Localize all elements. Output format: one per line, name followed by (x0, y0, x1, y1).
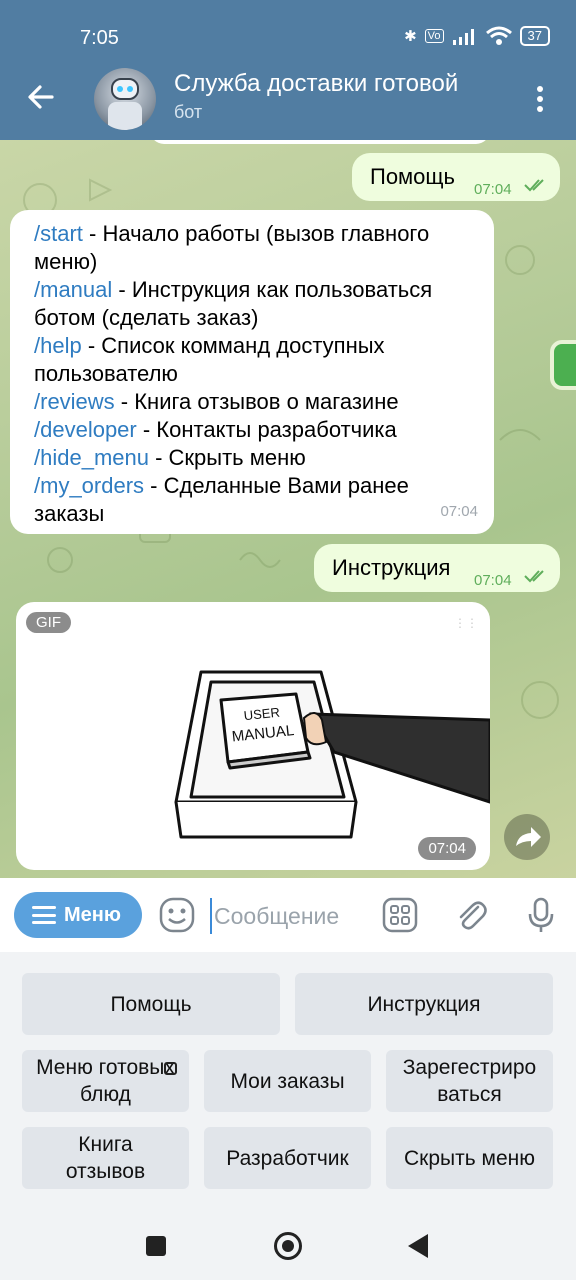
attach-icon[interactable] (452, 896, 490, 934)
chat-area[interactable]: Помощь 07:04 /start - Начало работы (выз… (0, 140, 576, 878)
message-time: 07:04 (474, 181, 512, 198)
message-time: 07:04 (418, 837, 476, 860)
user-manual-illustration: USER MANUAL (174, 670, 490, 839)
previous-message-edge (150, 140, 490, 144)
command-desc: - Начало работы (вызов главного меню) (34, 221, 430, 274)
keyboard-button-label: Инструкция (367, 992, 481, 1016)
bot-commands-icon[interactable] (381, 896, 419, 934)
back-arrow-icon[interactable] (24, 80, 58, 114)
message-input[interactable] (210, 898, 370, 934)
keyboard-button-ready-meals[interactable]: Меню готовых блюд (22, 1050, 189, 1112)
command-line-hide-menu: /hide_menu - Скрыть меню (34, 444, 476, 472)
keyboard-button-hide-menu[interactable]: Скрыть меню (386, 1127, 553, 1189)
keyboard-button-my-orders[interactable]: Мои заказы (204, 1050, 371, 1112)
keyboard-button-label: Мои заказы (230, 1069, 345, 1093)
bot-reply-keyboard: Помощь Инструкция Меню готовых блюд Мои … (0, 952, 576, 1212)
command-line-developer: /developer - Контакты разработчика (34, 416, 476, 444)
signal-icon (452, 29, 474, 45)
message-time: 07:04 (440, 503, 478, 520)
more-vertical-icon[interactable] (530, 84, 550, 114)
command-desc: - Книга отзывов о магазине (114, 389, 399, 414)
keyboard-button-label: Помощь (110, 992, 192, 1016)
emoji-icon[interactable] (158, 896, 196, 934)
keyboard-button-label: Зарегестриро ваться (402, 1056, 537, 1106)
message-text: Помощь (370, 164, 455, 189)
chat-title[interactable]: Служба доставки готовой (174, 70, 504, 98)
read-checkmarks-icon (524, 570, 544, 583)
menu-button-label: Меню (64, 903, 121, 926)
forward-icon[interactable] (504, 814, 550, 860)
outgoing-message-manual[interactable]: Инструкция 07:04 (314, 544, 560, 592)
command-line-start: /start - Начало работы (вызов главного м… (34, 220, 476, 276)
message-time: 07:04 (474, 572, 512, 589)
gif-message[interactable]: USER MANUAL GIF ⋮⋮ 07:04 (16, 602, 490, 870)
command-desc: - Контакты разработчика (136, 417, 397, 442)
keyboard-button-label: Меню готовых блюд (36, 1056, 175, 1106)
chat-subtitle: бот (174, 102, 203, 122)
bot-menu-button[interactable]: Меню (14, 892, 142, 938)
keyboard-button-label: Разработчик (226, 1146, 349, 1170)
status-bar: 7:05 ✱ Vo 37 (0, 0, 576, 70)
status-icons: ✱ Vo 37 (404, 26, 550, 46)
volte-icon: Vo (424, 29, 444, 43)
keyboard-button-register[interactable]: Зарегестриро ваться (386, 1050, 553, 1112)
command-desc: - Скрыть меню (148, 445, 306, 470)
command-desc: - Список комманд доступных пользователю (34, 333, 385, 386)
system-navigation-bar (0, 1212, 576, 1280)
system-back-icon[interactable] (408, 1234, 428, 1258)
command-link[interactable]: /start (34, 221, 83, 246)
keyboard-button-developer[interactable]: Разработчик (204, 1127, 371, 1189)
status-time: 7:05 (80, 27, 119, 49)
microphone-icon[interactable] (522, 896, 560, 934)
command-link[interactable]: /help (34, 333, 82, 358)
keyboard-button-label: Скрыть меню (404, 1146, 535, 1170)
app-header: 7:05 ✱ Vo 37 Служба доставки готовой бот (0, 0, 576, 140)
keyboard-button-reviews[interactable]: Книга отзывов (22, 1127, 189, 1189)
gif-badge: GIF (26, 612, 71, 633)
command-link[interactable]: /my_orders (34, 473, 144, 498)
incoming-message-commands[interactable]: /start - Начало работы (вызов главного м… (10, 210, 494, 534)
outgoing-message-help[interactable]: Помощь 07:04 (352, 153, 560, 201)
bluetooth-icon: ✱ (404, 28, 417, 45)
webapp-icon (164, 1062, 177, 1075)
message-text: Инструкция (332, 555, 451, 580)
keyboard-button-manual[interactable]: Инструкция (295, 973, 553, 1035)
keyboard-button-label: Книга отзывов (65, 1133, 146, 1183)
command-link[interactable]: /reviews (34, 389, 115, 414)
message-input-bar: Меню (0, 878, 576, 952)
home-icon[interactable] (274, 1232, 302, 1260)
command-link[interactable]: /developer (34, 417, 137, 442)
bot-avatar[interactable] (94, 68, 156, 130)
command-link[interactable]: /manual (34, 277, 112, 302)
command-line-my-orders: /my_orders - Сделанные Вами ранее заказы (34, 472, 476, 528)
read-checkmarks-icon (524, 179, 544, 192)
battery-indicator: 37 (519, 26, 550, 46)
command-line-manual: /manual - Инструкция как пользоваться бо… (34, 276, 476, 332)
keyboard-button-help[interactable]: Помощь (22, 973, 280, 1035)
wifi-icon (485, 26, 512, 45)
recent-apps-icon[interactable] (146, 1236, 166, 1256)
sticker-preview-icon[interactable] (550, 340, 576, 390)
menu-icon (32, 906, 56, 924)
command-link[interactable]: /hide_menu (34, 445, 149, 470)
command-line-reviews: /reviews - Книга отзывов о магазине (34, 388, 476, 416)
command-line-help: /help - Список комманд доступных пользов… (34, 332, 476, 388)
gif-handle-icon: ⋮⋮ (454, 616, 478, 630)
